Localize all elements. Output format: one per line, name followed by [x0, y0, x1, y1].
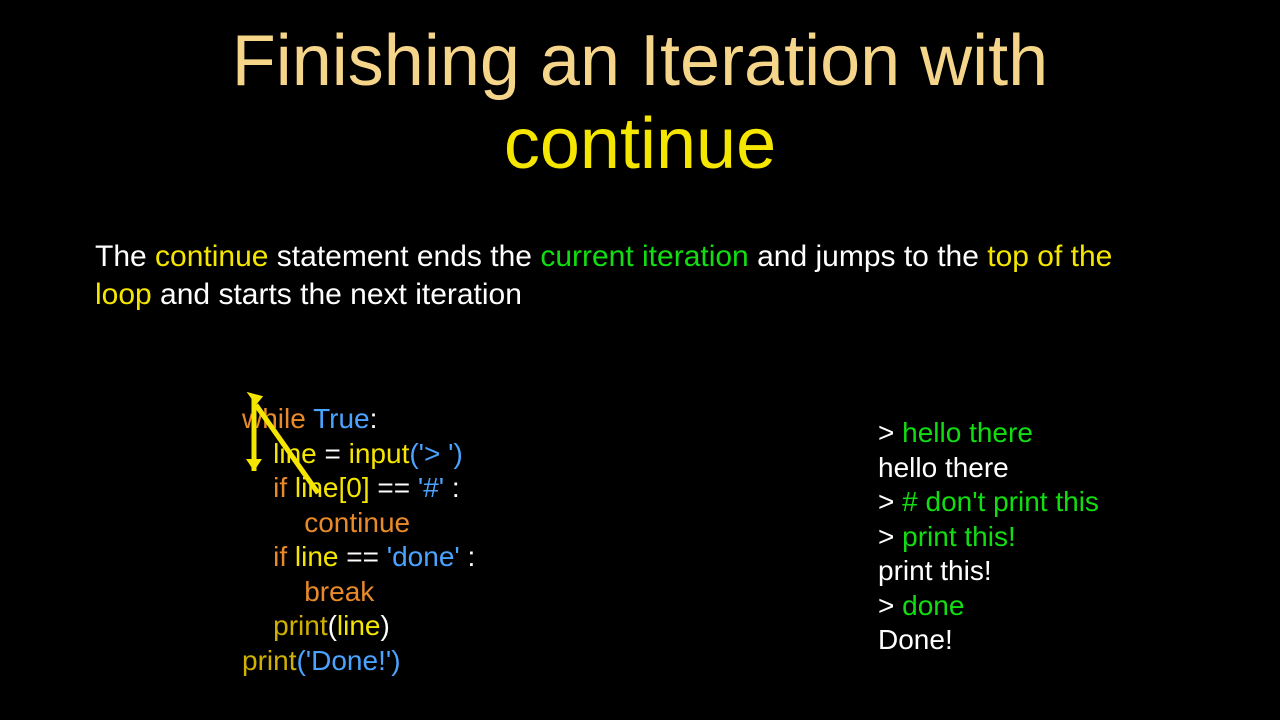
out-token: hello there	[902, 417, 1033, 448]
title-line-2: continue	[504, 104, 776, 184]
slide-title: Finishing an Iteration with continue	[0, 20, 1280, 186]
body-seg: and jumps to the	[749, 240, 987, 273]
body-seg: current iteration	[540, 240, 748, 273]
body-text: The continue statement ends the current …	[95, 238, 1175, 313]
code-token: line[0]	[295, 472, 370, 503]
out-token: hello there	[878, 452, 1009, 483]
code-indent	[242, 438, 273, 469]
code-token: (	[328, 610, 337, 641]
code-indent	[242, 472, 273, 503]
out-token: # don't print this	[902, 486, 1099, 517]
out-token: Done!	[878, 624, 953, 655]
code-token: =	[317, 438, 349, 469]
out-token: >	[878, 417, 902, 448]
code-indent	[242, 541, 273, 572]
code-token: line	[273, 438, 317, 469]
code-token: line	[337, 610, 381, 641]
code-token: print	[273, 610, 327, 641]
out-token: >	[878, 521, 902, 552]
out-token: >	[878, 590, 902, 621]
code-token: continue	[304, 507, 410, 538]
out-token: done	[902, 590, 964, 621]
out-token: print this!	[902, 521, 1016, 552]
code-token: input	[349, 438, 410, 469]
out-token: print this!	[878, 555, 992, 586]
code-token: '#'	[418, 472, 444, 503]
body-seg: The	[95, 240, 155, 273]
code-token: ==	[370, 472, 418, 503]
code-token: if	[273, 472, 295, 503]
code-token: )	[381, 610, 390, 641]
code-token: print	[242, 645, 296, 676]
body-seg: and starts the next iteration	[152, 278, 522, 311]
code-token: while	[242, 403, 313, 434]
code-token: 'done'	[387, 541, 460, 572]
output-block: > hello there hello there > # don't prin…	[878, 382, 1099, 658]
code-token: :	[370, 403, 378, 434]
code-indent	[242, 576, 304, 607]
code-indent	[242, 610, 273, 641]
body-seg: continue	[155, 240, 268, 273]
code-token: :	[460, 541, 476, 572]
code-token: ('> ')	[409, 438, 462, 469]
title-line-1: Finishing an Iteration with	[232, 21, 1048, 101]
code-token: break	[304, 576, 374, 607]
out-token: >	[878, 486, 902, 517]
code-token: if	[273, 541, 295, 572]
code-token: ==	[339, 541, 387, 572]
body-seg: statement ends the	[268, 240, 540, 273]
code-token: ('Done!')	[296, 645, 400, 676]
code-token: True	[313, 403, 370, 434]
code-token: line	[295, 541, 339, 572]
slide: Finishing an Iteration with continue The…	[0, 0, 1280, 720]
code-indent	[242, 507, 304, 538]
code-token: :	[444, 472, 460, 503]
code-block: while True: line = input('> ') if line[0…	[242, 368, 475, 678]
